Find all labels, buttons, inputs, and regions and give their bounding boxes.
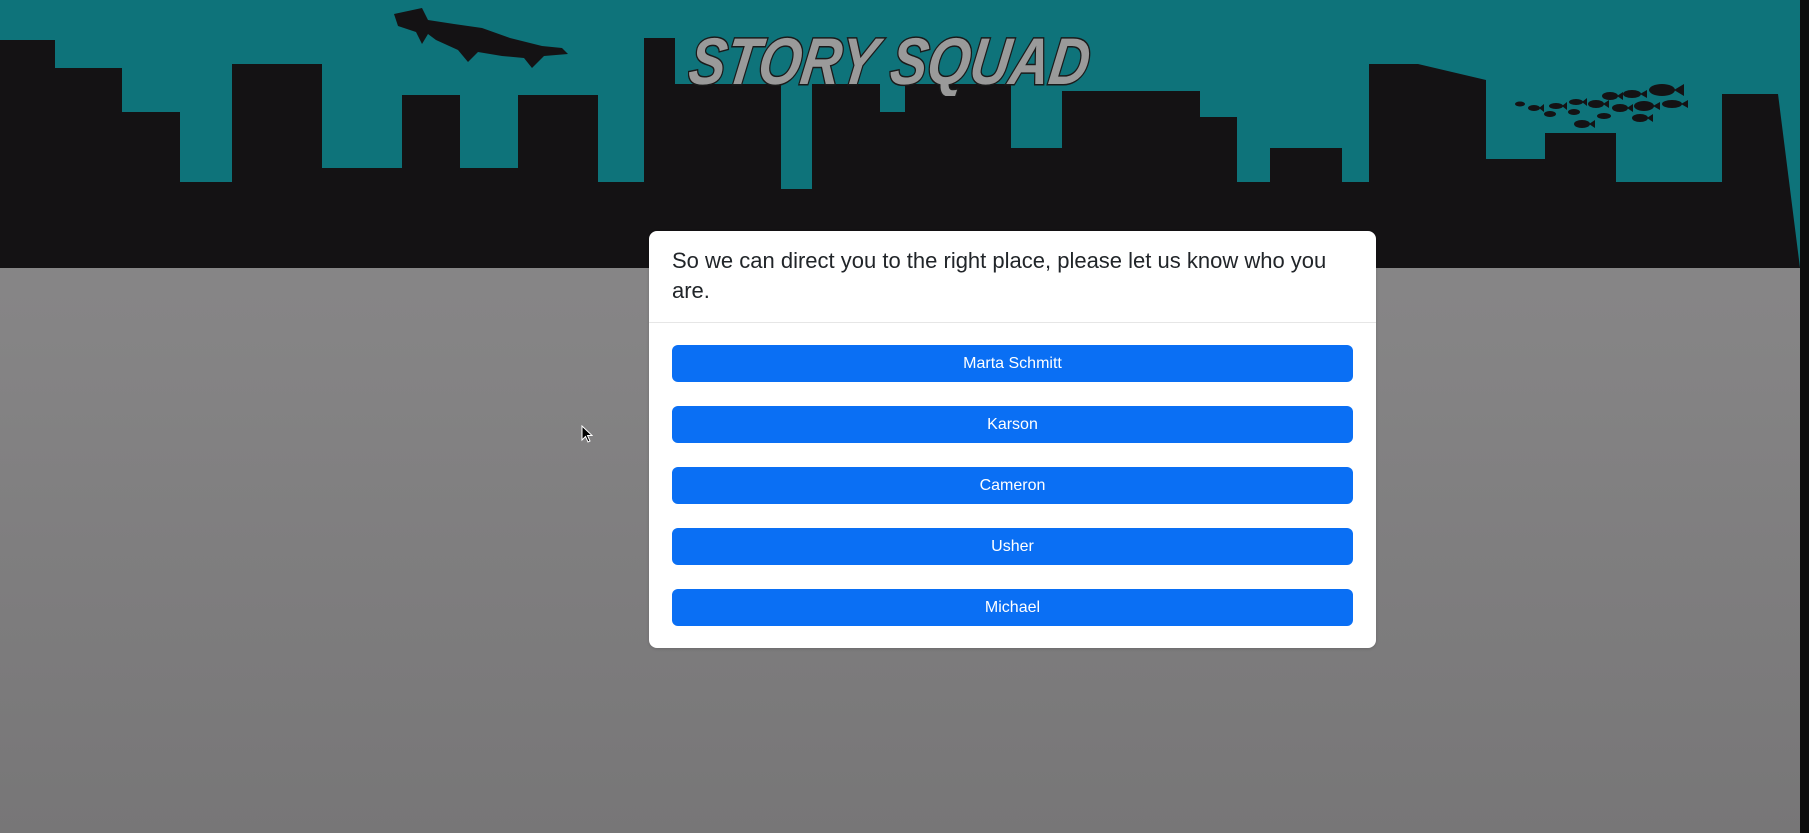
hammerhead-shark-icon	[394, 8, 568, 68]
user-select-modal: So we can direct you to the right place,…	[649, 231, 1376, 648]
modal-title: So we can direct you to the right place,…	[672, 248, 1327, 303]
fish-school-icon	[1515, 84, 1688, 128]
right-edge-strip	[1800, 0, 1809, 833]
mouse-pointer-icon	[581, 425, 593, 443]
modal-body: Marta Schmitt Karson Cameron Usher Micha…	[672, 345, 1353, 650]
user-button-usher[interactable]: Usher	[672, 528, 1353, 565]
logo-text: STORY SQUAD	[688, 25, 1095, 96]
user-button-michael[interactable]: Michael	[672, 589, 1353, 626]
modal-header: So we can direct you to the right place,…	[649, 231, 1376, 323]
user-button-marta-schmitt[interactable]: Marta Schmitt	[672, 345, 1353, 382]
story-squad-logo: STORY SQUAD	[688, 24, 1096, 96]
user-button-cameron[interactable]: Cameron	[672, 467, 1353, 504]
header-banner: STORY SQUAD	[0, 0, 1809, 268]
user-button-karson[interactable]: Karson	[672, 406, 1353, 443]
page: STORY SQUAD So we can direct you to the …	[0, 0, 1809, 833]
